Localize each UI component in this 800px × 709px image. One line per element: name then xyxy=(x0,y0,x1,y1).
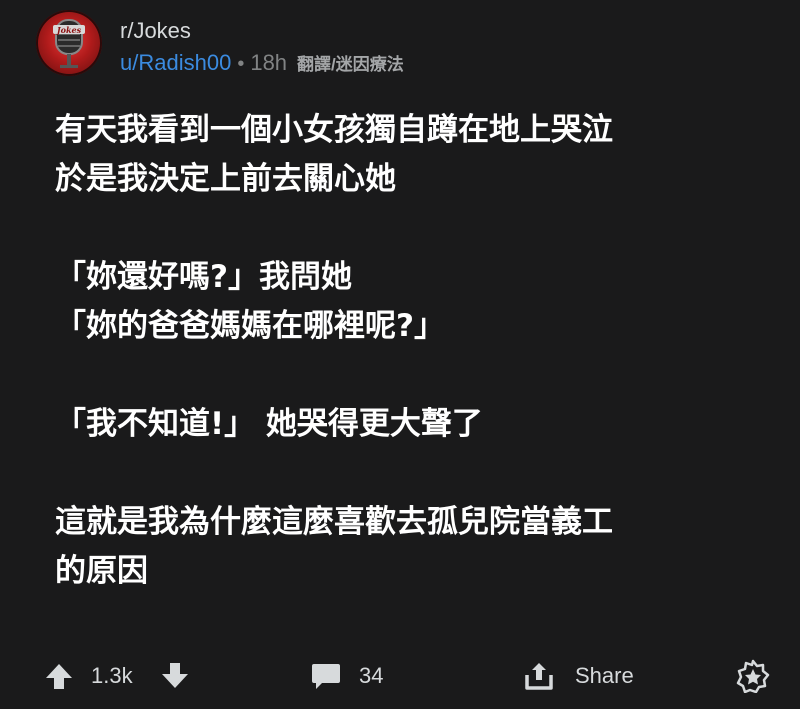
upvote-button[interactable] xyxy=(44,650,74,702)
body-paragraph: 「妳還好嗎?」我問她 「妳的爸爸媽媽在哪裡呢?」 xyxy=(55,253,775,351)
downvote-icon xyxy=(162,663,188,688)
body-line: 「妳的爸爸媽媽在哪裡呢?」 xyxy=(55,308,445,344)
share-label[interactable]: Share xyxy=(575,650,634,702)
downvote-button[interactable] xyxy=(160,650,190,702)
body-line: 「妳還好嗎?」我問她 xyxy=(55,259,352,295)
body-line: 「我不知道!」 她哭得更大聲了 xyxy=(55,406,483,442)
body-paragraph: 「我不知道!」 她哭得更大聲了 xyxy=(55,400,775,449)
post-age: 18h xyxy=(250,50,288,75)
award-button[interactable] xyxy=(736,650,770,702)
svg-text:Jokes: Jokes xyxy=(55,25,82,35)
award-icon xyxy=(736,659,770,693)
jokes-microphone-icon: Jokes xyxy=(53,19,85,68)
author-username[interactable]: u/Radish00 xyxy=(120,50,231,76)
body-paragraph: 有天我看到一個小女孩獨自蹲在地上哭泣 於是我決定上前去關心她 xyxy=(55,106,775,204)
subreddit-avatar[interactable]: Jokes xyxy=(36,10,102,76)
comment-count: 34 xyxy=(359,663,384,688)
post-meta: u/Radish00 • 18h 翻譯/迷因療法 xyxy=(120,50,404,76)
post-body: 有天我看到一個小女孩獨自蹲在地上哭泣 於是我決定上前去關心她 「妳還好嗎?」我問… xyxy=(55,106,775,645)
post-flair[interactable]: 翻譯/迷因療法 xyxy=(297,50,404,75)
subreddit-name[interactable]: r/Jokes xyxy=(120,18,191,44)
body-paragraph: 這就是我為什麼這麼喜歡去孤兒院當義工 的原因 xyxy=(55,498,775,596)
post-action-bar: 1.3k 34 Share xyxy=(0,650,800,702)
comment-icon xyxy=(312,664,340,689)
share-button[interactable] xyxy=(523,650,555,702)
upvote-icon xyxy=(46,664,72,689)
body-line: 有天我看到一個小女孩獨自蹲在地上哭泣 xyxy=(55,112,613,148)
body-line: 的原因 xyxy=(55,553,148,589)
body-line: 這就是我為什麼這麼喜歡去孤兒院當義工 xyxy=(55,504,613,540)
share-icon xyxy=(525,663,553,690)
body-line: 於是我決定上前去關心她 xyxy=(55,161,396,197)
vote-count: 1.3k xyxy=(91,663,133,688)
comments-button[interactable] xyxy=(310,650,342,702)
meta-separator: • xyxy=(237,53,245,75)
